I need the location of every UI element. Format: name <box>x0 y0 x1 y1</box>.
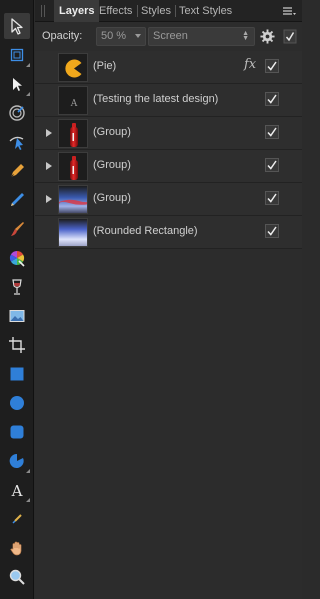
expand-arrow-icon[interactable] <box>43 127 55 139</box>
layers-list: (Pie) fx A (Testing the latest design) (… <box>35 51 302 249</box>
pie-thumbnail-icon <box>65 59 82 78</box>
layer-row[interactable]: (Group) <box>35 117 302 150</box>
opacity-field[interactable]: 50 % <box>96 27 146 46</box>
crop-tool-icon <box>9 337 25 353</box>
visibility-checkbox[interactable] <box>265 224 279 238</box>
visibility-checkbox[interactable] <box>265 125 279 139</box>
transparency-tool-icon <box>12 279 22 295</box>
bottle-thumbnail-icon <box>70 156 78 180</box>
visibility-checkbox[interactable] <box>265 158 279 172</box>
rectangle-tool-icon <box>10 367 24 381</box>
rounded-rectangle-tool-icon <box>10 425 24 439</box>
panel-grip-handle[interactable] <box>41 5 47 17</box>
zoom-tool-button[interactable] <box>4 564 30 590</box>
opacity-value: 50 % <box>101 30 127 42</box>
bottle-thumbnail-icon <box>70 123 78 147</box>
move-tool-button[interactable] <box>4 13 30 39</box>
layer-row[interactable]: (Rounded Rectangle) <box>35 216 302 249</box>
zoom-tool-icon <box>9 569 25 585</box>
pen-tool-button[interactable] <box>4 158 30 184</box>
artboard-tool-icon <box>10 48 24 62</box>
svg-text:A: A <box>70 99 78 109</box>
tools-toolbar: A <box>0 0 34 599</box>
pie-tool-icon <box>9 453 24 468</box>
layer-row[interactable]: (Pie) fx <box>35 51 302 84</box>
expand-arrow-icon[interactable] <box>43 193 55 205</box>
tab-layers[interactable]: Layers <box>54 0 100 22</box>
panel-tab-bar: Layers Effects Styles Text Styles <box>35 0 302 22</box>
blend-mode-value: Screen <box>153 30 188 42</box>
hand-tool-icon <box>10 541 22 556</box>
gradient-thumbnail-icon <box>59 219 87 246</box>
layer-thumbnail <box>58 119 88 148</box>
opacity-row: Opacity: 50 % Screen ▲ ▼ <box>35 25 302 49</box>
hand-tool-button[interactable] <box>4 535 30 561</box>
pie-tool-button[interactable] <box>4 448 30 474</box>
text-tool-icon: A <box>11 482 23 499</box>
visibility-checkbox[interactable] <box>265 191 279 205</box>
color-picker-icon <box>9 250 25 267</box>
corner-tool-button[interactable] <box>4 129 30 155</box>
tab-text-styles[interactable]: Text Styles <box>179 0 232 22</box>
ellipse-tool-button[interactable] <box>4 390 30 416</box>
blend-mode-select[interactable]: Screen ▲ ▼ <box>148 27 255 46</box>
text-thumbnail-icon: A <box>70 99 78 109</box>
artboard-tool-button[interactable] <box>4 42 30 68</box>
layer-thumbnail <box>58 152 88 181</box>
stepper-arrows-icon: ▲ ▼ <box>242 30 249 42</box>
brush-tool-icon <box>11 222 24 236</box>
layer-row[interactable]: A (Testing the latest design) <box>35 84 302 117</box>
contour-tool-icon <box>9 105 25 121</box>
color-sampler-icon <box>12 514 22 524</box>
brush-tool-button[interactable] <box>4 216 30 242</box>
crop-tool-button[interactable] <box>4 332 30 358</box>
layer-name: (Testing the latest design) <box>93 93 219 105</box>
layer-name: (Rounded Rectangle) <box>93 225 198 237</box>
svg-text:A: A <box>11 482 23 499</box>
rectangle-tool-button[interactable] <box>4 361 30 387</box>
pencil-tool-icon <box>11 193 24 206</box>
place-image-button[interactable] <box>4 303 30 329</box>
place-image-icon <box>9 310 25 322</box>
streak-thumbnail-icon <box>59 186 87 213</box>
layer-thumbnail <box>58 53 88 82</box>
corner-tool-icon <box>9 136 24 150</box>
node-tool-button[interactable] <box>4 71 30 97</box>
transparency-tool-button[interactable] <box>4 274 30 300</box>
gear-icon[interactable] <box>260 29 275 44</box>
contour-tool-button[interactable] <box>4 100 30 126</box>
visibility-checkbox[interactable] <box>265 59 279 73</box>
layer-thumbnail <box>58 218 88 247</box>
lock-toggle-icon[interactable] <box>283 29 297 44</box>
layer-row[interactable]: (Group) <box>35 150 302 183</box>
pencil-tool-button[interactable] <box>4 187 30 213</box>
layer-name: (Pie) <box>93 60 117 72</box>
opacity-dropdown-icon <box>135 34 141 38</box>
rounded-rectangle-tool-button[interactable] <box>4 419 30 445</box>
tab-effects[interactable]: Effects <box>99 0 132 22</box>
expand-arrow-icon[interactable] <box>43 160 55 172</box>
opacity-label: Opacity: <box>42 30 83 42</box>
layer-name: (Group) <box>93 159 131 171</box>
color-picker-button[interactable] <box>4 245 30 271</box>
layer-name: (Group) <box>93 126 131 138</box>
layers-panel: Layers Effects Styles Text Styles Opacit… <box>35 0 302 599</box>
layer-thumbnail: A <box>58 86 88 115</box>
color-sampler-button[interactable] <box>4 506 30 532</box>
ellipse-tool-icon <box>10 396 24 410</box>
text-tool-button[interactable]: A <box>4 477 30 503</box>
layer-name: (Group) <box>93 192 131 204</box>
fx-icon[interactable]: fx <box>244 57 256 72</box>
visibility-checkbox[interactable] <box>265 92 279 106</box>
tab-styles[interactable]: Styles <box>141 0 171 22</box>
move-tool-icon <box>11 18 23 35</box>
panel-menu-icon[interactable] <box>282 5 296 17</box>
pen-tool-icon <box>10 164 24 178</box>
layer-thumbnail <box>58 185 88 214</box>
layer-row[interactable]: (Group) <box>35 183 302 216</box>
node-tool-icon <box>13 78 22 91</box>
